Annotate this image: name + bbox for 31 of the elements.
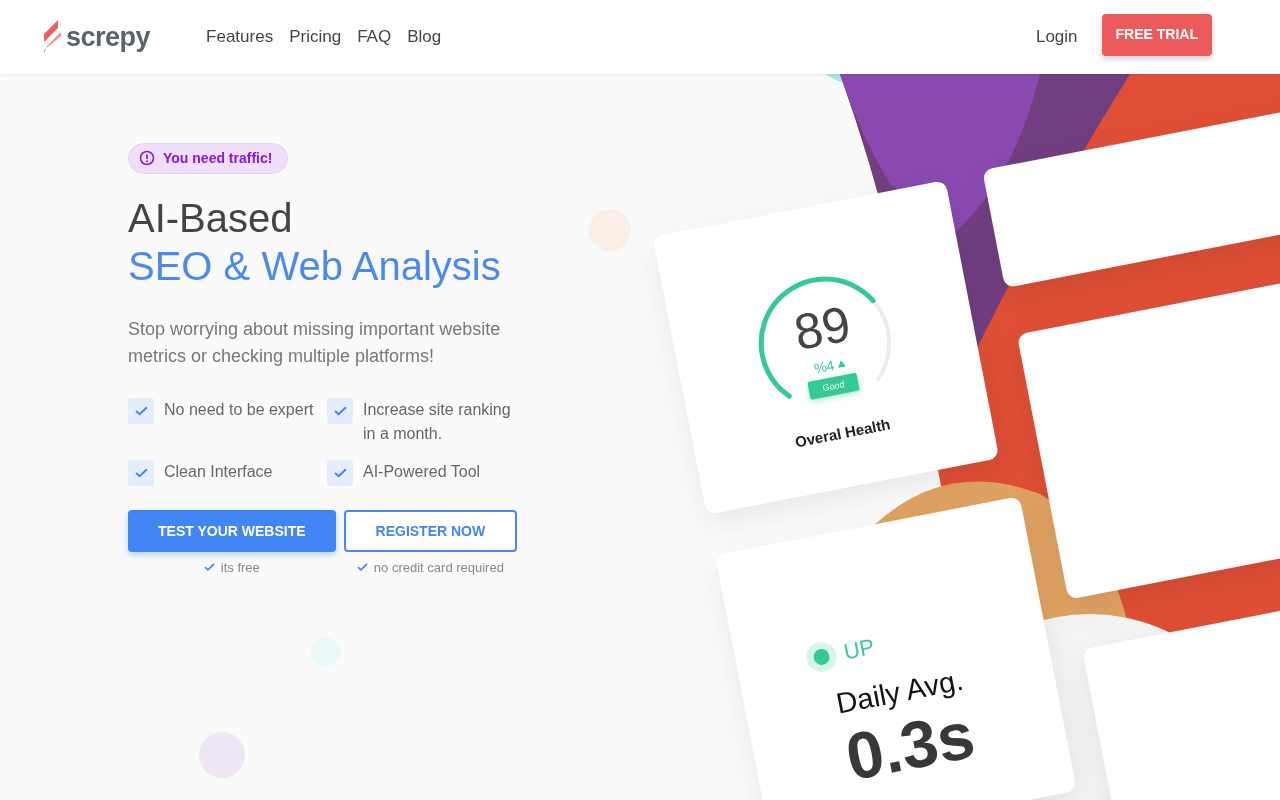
login-link[interactable]: Login [1035,27,1078,47]
nav-link[interactable]: Pricing [289,27,342,47]
button-note: its free [220,560,260,575]
feature-text: Clean Interface [164,462,273,482]
health-label: Overal Health [793,415,892,451]
hero-title: AI-Based [128,195,294,242]
daily-avg-label: Daily Avg. [833,663,966,720]
alert-icon [139,150,155,166]
logo-text[interactable]: screpy [66,21,151,53]
uptime-status: UP [841,633,877,666]
check-icon [327,398,353,424]
button-note: no credit card required [373,560,504,575]
check-icon [128,460,154,486]
badge-text: You need traffic! [163,150,273,166]
nav-link[interactable]: Features [206,27,274,47]
health-score: 89 [790,301,854,356]
hero-subtitle: SEO & Web Analysis [128,243,502,290]
check-icon [356,563,368,572]
check-icon [203,563,215,572]
logo-icon [44,20,62,54]
check-icon [128,398,154,424]
test-website-button[interactable]: TEST YOUR WEBSITE [128,510,336,552]
hero-description: Stop worrying about missing important website metrics or checking multiple platforms! [128,318,502,368]
triangle-up-icon [836,359,846,368]
feature-text: AI-Powered Tool [363,462,481,482]
nav-link[interactable]: Blog [407,27,442,47]
feature-text: No need to be expert [164,400,314,420]
feature-text: Increase site ranking in a month. [363,400,512,444]
nav-link[interactable]: FAQ [357,27,392,47]
register-button[interactable]: REGISTER NOW [343,510,518,552]
check-icon [327,460,353,486]
